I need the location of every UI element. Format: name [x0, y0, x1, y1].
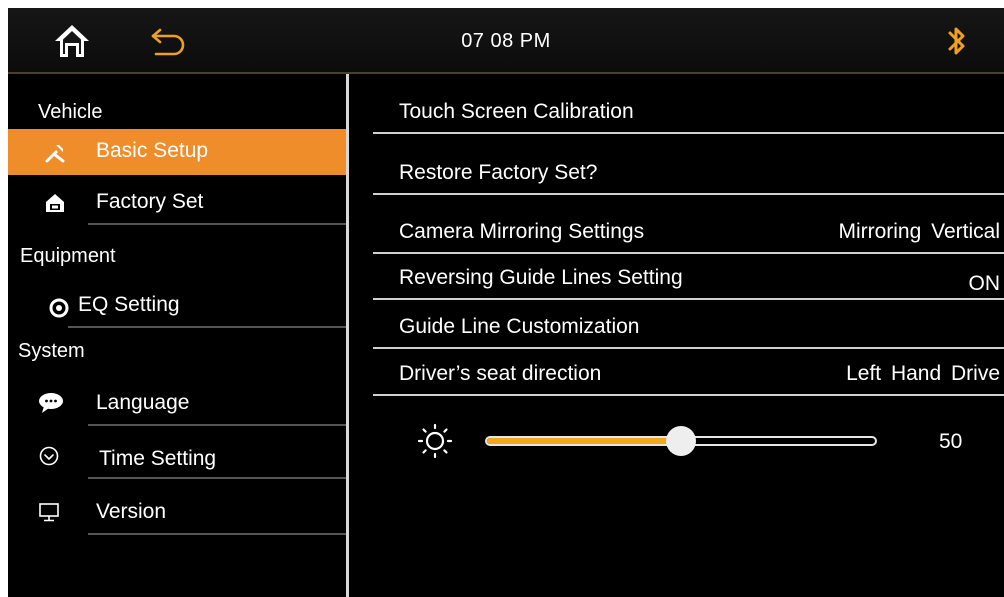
- sidebar-item-label: EQ Setting: [78, 293, 180, 316]
- sidebar-item-eq-setting[interactable]: EQ Setting: [8, 284, 346, 328]
- brightness-slider-fill: [487, 438, 681, 444]
- clock-display: 07 08 PM: [461, 30, 551, 52]
- divider: [88, 533, 346, 535]
- screen: 07 08 PM Vehicle Basic Setup Factory Set: [8, 8, 1004, 597]
- setting-row-reversing-guide-lines[interactable]: Reversing Guide Lines Setting ON: [373, 254, 1004, 300]
- eq-icon: [49, 298, 69, 318]
- setting-label: Driver’s seat direction: [399, 362, 602, 385]
- sidebar-item-label: Basic Setup: [96, 139, 209, 162]
- setting-value: Left Hand Drive: [846, 362, 1000, 385]
- sidebar-item-time-setting[interactable]: Time Setting: [8, 435, 346, 479]
- row-divider: [373, 347, 1004, 349]
- setting-row-guide-line-customization[interactable]: Guide Line Customization: [373, 303, 1004, 349]
- setting-value: ON: [968, 272, 1001, 295]
- sidebar-item-label: Version: [96, 500, 167, 523]
- row-divider: [373, 298, 1004, 300]
- sidebar-item-basic-setup[interactable]: Basic Setup: [8, 129, 346, 175]
- sidebar-item-label: Factory Set: [96, 190, 204, 213]
- setting-row-touch-calibration[interactable]: Touch Screen Calibration: [373, 88, 1004, 134]
- divider: [68, 326, 346, 328]
- brightness-value: 50: [939, 430, 963, 453]
- section-title-equipment: Equipment: [20, 245, 116, 267]
- sidebar-item-label: Time Setting: [99, 447, 217, 470]
- settings-sidebar: Vehicle Basic Setup Factory Set Equipmen…: [8, 74, 346, 597]
- bluetooth-button[interactable]: [946, 24, 968, 58]
- setting-label: Touch Screen Calibration: [399, 100, 634, 123]
- clock-icon: [39, 446, 59, 466]
- setting-label: Restore Factory Set?: [399, 161, 598, 184]
- row-divider: [373, 132, 1004, 134]
- wrench-icon: [45, 145, 65, 163]
- setting-value: Mirroring Vertical: [838, 220, 1000, 243]
- speech-bubble-icon: [39, 393, 63, 413]
- sidebar-item-label: Language: [96, 391, 190, 414]
- brightness-sun-icon: [417, 423, 453, 459]
- row-divider: [373, 394, 1004, 396]
- section-title-vehicle: Vehicle: [38, 101, 103, 123]
- factory-house-icon: [46, 194, 64, 212]
- divider: [88, 223, 346, 225]
- section-title-system: System: [18, 340, 85, 362]
- setting-label: Reversing Guide Lines Setting: [399, 266, 683, 289]
- sidebar-item-factory-set[interactable]: Factory Set: [8, 181, 346, 225]
- bluetooth-icon: [948, 27, 965, 55]
- monitor-icon: [39, 503, 59, 522]
- setting-label: Camera Mirroring Settings: [399, 220, 645, 243]
- brightness-control: 50: [413, 418, 993, 462]
- divider: [88, 424, 346, 426]
- top-bar: 07 08 PM: [8, 8, 1004, 74]
- setting-label: Guide Line Customization: [399, 315, 640, 338]
- setting-row-driver-seat-direction[interactable]: Driver’s seat direction Left Hand Drive: [373, 350, 1004, 396]
- row-divider: [373, 193, 1004, 195]
- sidebar-item-language[interactable]: Language: [8, 382, 346, 426]
- settings-panel: Touch Screen Calibration Restore Factory…: [349, 74, 1004, 597]
- divider: [88, 477, 346, 479]
- setting-row-camera-mirroring[interactable]: Camera Mirroring Settings Mirroring Vert…: [373, 208, 1004, 254]
- sidebar-item-version[interactable]: Version: [8, 491, 346, 535]
- setting-row-restore-factory[interactable]: Restore Factory Set?: [373, 149, 1004, 195]
- brightness-slider-knob[interactable]: [666, 426, 696, 456]
